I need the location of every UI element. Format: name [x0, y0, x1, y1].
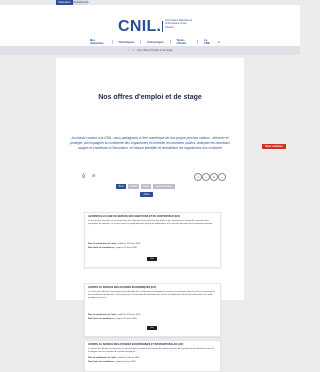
content-panel: Nos offres d'emploi et de stage Au trava… — [56, 58, 244, 372]
offer-publication-date: Date de publication de l'offre : publié … — [88, 357, 140, 359]
nav-item-technologies[interactable]: Technologies — [147, 41, 164, 44]
offer-view-button[interactable]: Voir — [147, 326, 157, 330]
offer-view-button[interactable]: Voir — [147, 257, 157, 261]
facebook-icon[interactable]: f — [194, 173, 202, 181]
offer-title[interactable]: Juriste au service des affaires européen… — [88, 343, 216, 346]
logo-subtitle: Commission Nationale de l'Informatique e… — [165, 19, 193, 29]
contact-button[interactable]: Nous contacter — [262, 144, 286, 149]
offer-deadline: Date limite de candidature : jusqu'au 10… — [88, 318, 137, 320]
offer-description: Le service des affaires économiques de l… — [88, 291, 215, 299]
nav-divider — [140, 40, 142, 44]
offer-publication-date: Date de publication de l'offre : publié … — [88, 243, 141, 245]
email-icon[interactable]: ✉ — [92, 173, 95, 178]
nav-item-textes[interactable]: Textes officiels — [177, 39, 192, 45]
offer-description: Le service des sanctions et du contentie… — [88, 220, 213, 225]
nav-divider — [111, 40, 113, 44]
offer-card: Juriste au service des affaires européen… — [84, 340, 221, 372]
cnil-logo[interactable]: CNIL. — [118, 18, 161, 36]
filter-tous[interactable]: Tous — [116, 184, 126, 189]
nav-divider — [169, 40, 171, 44]
home-icon[interactable]: ⌂ — [128, 49, 130, 52]
breadcrumb: ⌂ > Nos offres d'emploi et de stage — [0, 46, 300, 55]
site-header: CNIL. Commission Nationale de l'Informat… — [0, 5, 300, 46]
filter-emploi[interactable]: Emploi — [128, 184, 139, 189]
page-intro: Au travail comme à la CNIL, nous partage… — [70, 136, 230, 150]
offer-title[interactable]: Juriste au service des affaires économiq… — [88, 286, 216, 289]
print-icon[interactable]: ⎙ — [82, 173, 85, 178]
top-strip — [0, 0, 300, 4]
breadcrumb-current: Nos offres d'emploi et de stage — [137, 49, 173, 52]
offer-card: Adjoint(e) au chef de service des sancti… — [84, 212, 221, 268]
nav-item-thematiques[interactable]: Thématiques — [118, 41, 134, 44]
logo-divider — [162, 21, 163, 32]
nav-item-cnil[interactable]: La CNIL — [204, 39, 212, 45]
offer-deadline: Date limite de candidature : jusqu'au 12… — [88, 247, 137, 249]
filter-autre[interactable]: Autre — [140, 192, 153, 197]
filter-stage[interactable]: Stage — [141, 184, 151, 189]
page-title: Nos offres d'emploi et de stage — [98, 94, 202, 101]
main-nav: Mes démarches Thématiques Technologies T… — [90, 39, 220, 45]
nav-divider — [197, 40, 199, 44]
offer-filters: Tous Emploi Stage Apprentissage Autre — [114, 184, 244, 200]
more-icon[interactable]: + — [218, 173, 226, 181]
linkedin-icon[interactable]: in — [210, 173, 218, 181]
offer-card: Juriste au service des affaires économiq… — [84, 283, 221, 337]
breadcrumb-separator: > — [132, 49, 135, 52]
offer-description: Le service des affaires européennes et i… — [88, 348, 214, 353]
share-toolbar: ⎙ ✉ f t in + — [82, 173, 226, 181]
twitter-icon[interactable]: t — [202, 173, 210, 181]
filter-apprentissage[interactable]: Apprentissage — [153, 184, 175, 189]
nav-item-demarches[interactable]: Mes démarches — [90, 39, 106, 45]
offer-publication-date: Date de publication de l'offre : publié … — [88, 314, 141, 316]
offer-deadline: Date limite de candidature : jusqu'au 5 … — [88, 361, 136, 363]
search-icon[interactable]: ⌕ — [218, 40, 220, 44]
offer-title[interactable]: Adjoint(e) au chef de service des sancti… — [88, 215, 216, 218]
